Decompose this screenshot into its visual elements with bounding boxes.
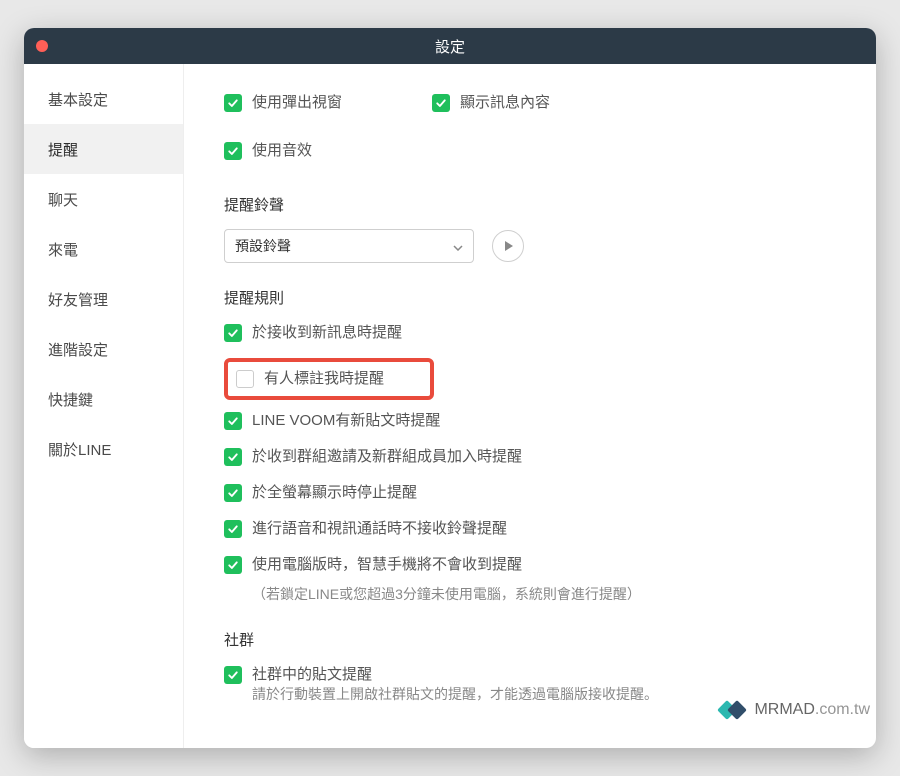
checkbox-row-show-content[interactable]: 顯示訊息內容 (432, 92, 550, 116)
check-icon (224, 324, 242, 342)
play-icon (502, 240, 514, 252)
checkbox-label: 使用電腦版時，智慧手機將不會收到提醒 (252, 554, 522, 577)
sidebar-item-advanced[interactable]: 進階設定 (24, 324, 183, 374)
ringtone-selected-value: 預設鈴聲 (235, 236, 291, 256)
titlebar: 設定 (24, 28, 876, 64)
window-body: 基本設定 提醒 聊天 來電 好友管理 進階設定 快捷鍵 關於LINE 使用彈出視… (24, 64, 876, 748)
sidebar-item-calls[interactable]: 來電 (24, 224, 183, 274)
checkbox-label: 於收到群組邀請及新群組成員加入時提醒 (252, 446, 522, 469)
sidebar-item-friends[interactable]: 好友管理 (24, 274, 183, 324)
play-ringtone-button[interactable] (492, 230, 524, 262)
check-icon (224, 666, 242, 684)
content-panel: 使用彈出視窗 顯示訊息內容 使用音效 提醒鈴聲 預設鈴聲 (184, 64, 876, 748)
sidebar: 基本設定 提醒 聊天 來電 好友管理 進階設定 快捷鍵 關於LINE (24, 64, 184, 748)
window-controls (36, 40, 48, 52)
check-icon (224, 94, 242, 112)
checkbox-row-desktop-active[interactable]: 使用電腦版時，智慧手機將不會收到提醒 (224, 554, 836, 578)
check-icon (432, 94, 450, 112)
checkbox-row-group-invite[interactable]: 於收到群組邀請及新群組成員加入時提醒 (224, 446, 836, 470)
watermark: MRMAD.com.tw (720, 700, 870, 720)
check-icon (224, 412, 242, 430)
sidebar-item-shortcuts[interactable]: 快捷鍵 (24, 374, 183, 424)
section-heading-community: 社群 (224, 629, 836, 650)
checkbox-row-sound[interactable]: 使用音效 (224, 140, 836, 164)
checkbox-row-popup[interactable]: 使用彈出視窗 (224, 92, 342, 116)
watermark-brand: MRMAD (754, 701, 814, 718)
checkbox-label: 進行語音和視訊通話時不接收鈴聲提醒 (252, 518, 507, 541)
checkbox-row-new-message[interactable]: 於接收到新訊息時提醒 (224, 322, 836, 346)
sidebar-item-about[interactable]: 關於LINE (24, 424, 183, 474)
check-icon (224, 142, 242, 160)
check-icon (224, 556, 242, 574)
watermark-domain: .com.tw (815, 701, 870, 718)
watermark-logo-icon (720, 700, 748, 720)
sidebar-item-notifications[interactable]: 提醒 (24, 124, 183, 174)
section-heading-ringtone: 提醒鈴聲 (224, 194, 836, 215)
checkbox-label: 顯示訊息內容 (460, 92, 550, 115)
checkbox-row-voom[interactable]: LINE VOOM有新貼文時提醒 (224, 410, 836, 434)
close-window-button[interactable] (36, 40, 48, 52)
checkbox-label: 於全螢幕顯示時停止提醒 (252, 482, 417, 505)
checkbox-row-mention[interactable]: 有人標註我時提醒 (236, 368, 422, 392)
check-icon (236, 370, 254, 388)
checkbox-label: LINE VOOM有新貼文時提醒 (252, 410, 440, 433)
ringtone-select[interactable]: 預設鈴聲 (224, 229, 474, 263)
highlight-annotation: 有人標註我時提醒 (224, 358, 434, 400)
caret-down-icon (453, 238, 463, 254)
checkbox-label: 於接收到新訊息時提醒 (252, 322, 402, 345)
check-icon (224, 520, 242, 538)
checkbox-label: 有人標註我時提醒 (264, 368, 384, 391)
checkbox-label: 使用彈出視窗 (252, 92, 342, 115)
checkbox-row-call-mute[interactable]: 進行語音和視訊通話時不接收鈴聲提醒 (224, 518, 836, 542)
check-icon (224, 448, 242, 466)
check-icon (224, 484, 242, 502)
checkbox-subtext: （若鎖定LINE或您超過3分鐘未使用電腦，系統則會進行提醒） (252, 584, 836, 605)
checkbox-row-fullscreen-stop[interactable]: 於全螢幕顯示時停止提醒 (224, 482, 836, 506)
settings-window: 設定 基本設定 提醒 聊天 來電 好友管理 進階設定 快捷鍵 關於LINE 使用… (24, 28, 876, 748)
sidebar-item-chat[interactable]: 聊天 (24, 174, 183, 224)
checkbox-label: 使用音效 (252, 140, 312, 163)
section-heading-rules: 提醒規則 (224, 287, 836, 308)
window-title: 設定 (24, 36, 876, 57)
ringtone-controls: 預設鈴聲 (224, 229, 836, 263)
sidebar-item-basic-settings[interactable]: 基本設定 (24, 74, 183, 124)
